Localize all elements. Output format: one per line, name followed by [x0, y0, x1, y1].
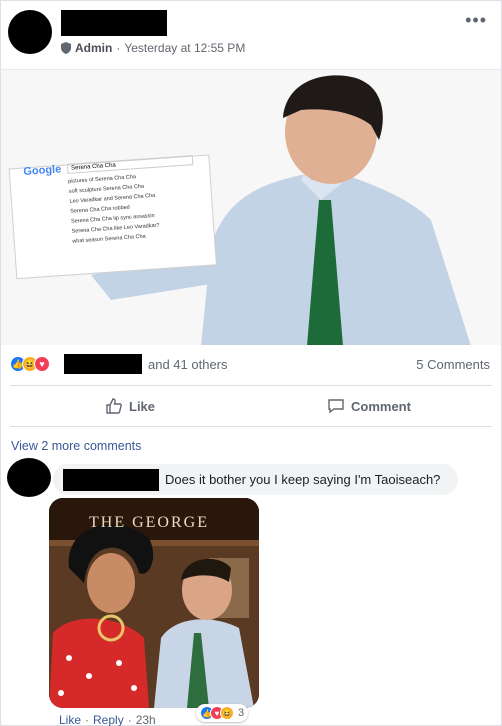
- separator-dot: ·: [85, 713, 90, 726]
- view-more-comments-link[interactable]: View 2 more comments: [11, 439, 141, 453]
- like-button[interactable]: Like: [105, 394, 155, 418]
- comment-like-link[interactable]: Like: [59, 713, 81, 726]
- commenter-avatar[interactable]: [7, 458, 51, 497]
- suggestion-list: pictures of Serena Cha Cha soft sculptur…: [68, 168, 199, 247]
- post-photo[interactable]: Google Serena Cha Cha pictures of Serena…: [1, 69, 501, 345]
- more-options-icon[interactable]: •••: [465, 11, 487, 29]
- author-name-redacted[interactable]: [61, 10, 167, 36]
- comment-reaction-count: 3: [238, 707, 245, 719]
- post-meta: Admin · Yesterday at 12:55 PM: [61, 41, 245, 55]
- comment-time[interactable]: 23h: [136, 713, 156, 726]
- divider: [10, 426, 492, 427]
- reactor-name-redacted[interactable]: [64, 354, 142, 374]
- pub-sign: THE GEORGE: [89, 514, 209, 531]
- thumbs-up-icon: [106, 398, 122, 414]
- speech-bubble-icon: [328, 399, 344, 414]
- separator-dot: ·: [116, 41, 121, 55]
- comment-text: Does it bother you I keep saying I'm Tao…: [165, 472, 441, 487]
- search-card: Google Serena Cha Cha pictures of Serena…: [23, 154, 198, 250]
- commenter-name-redacted[interactable]: [63, 468, 159, 491]
- post-card: Admin · Yesterday at 12:55 PM ••• Google…: [0, 0, 502, 726]
- comment-reaction-icons: 👍 ♥ 😆: [200, 706, 234, 720]
- comment-bubble: Does it bother you I keep saying I'm Tao…: [53, 464, 458, 495]
- love-reaction-icon: ♥: [34, 356, 50, 372]
- reactions-summary: 👍 😆 ♥ and 41 others 5 Comments: [10, 353, 490, 375]
- comment-actions: Like · Reply · 23h: [59, 713, 156, 726]
- google-logo: Google: [23, 163, 62, 178]
- comment-reply-link[interactable]: Reply: [93, 713, 124, 726]
- comment-button[interactable]: Comment: [327, 394, 411, 418]
- haha-reaction-icon: 😆: [220, 706, 234, 720]
- like-label: Like: [129, 398, 156, 414]
- comment-label: Comment: [351, 398, 411, 414]
- reaction-icons[interactable]: 👍 😆 ♥: [10, 356, 50, 372]
- comment-reactions[interactable]: 👍 ♥ 😆 3: [196, 704, 249, 722]
- author-avatar[interactable]: [8, 10, 52, 54]
- comments-count[interactable]: 5 Comments: [416, 357, 490, 372]
- reactors-others[interactable]: and 41 others: [148, 357, 228, 372]
- separator-dot: ·: [127, 713, 132, 726]
- post-timestamp[interactable]: Yesterday at 12:55 PM: [124, 41, 245, 55]
- admin-badge: Admin: [75, 41, 113, 55]
- divider: [10, 385, 492, 386]
- shield-icon: [61, 42, 71, 54]
- comment-photo[interactable]: THE GEORGE: [49, 498, 259, 708]
